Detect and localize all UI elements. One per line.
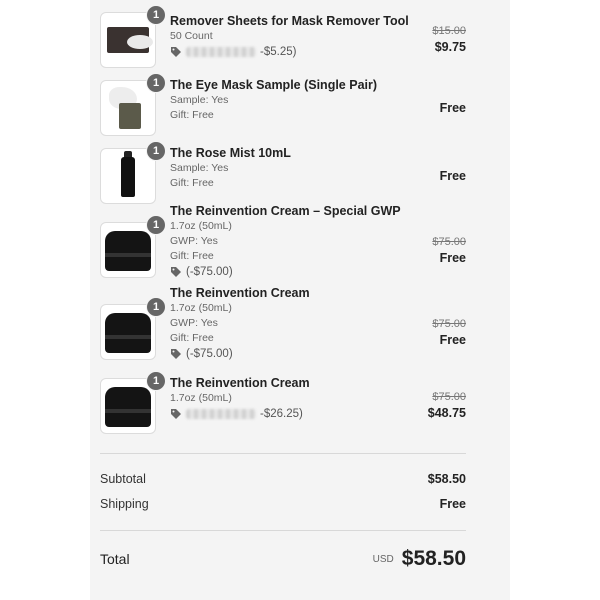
original-price: $15.00 — [432, 25, 466, 37]
discount-amount: -$26.25) — [260, 408, 303, 420]
line-item: 1 The Reinvention Cream 1.7oz (50mL) -$2… — [100, 371, 466, 436]
product-name: The Reinvention Cream — [170, 286, 310, 300]
subtotal-row: Subtotal $58.50 — [100, 472, 466, 486]
product-thumbnail: 1 — [100, 297, 166, 360]
redacted-discount-code — [186, 409, 256, 419]
product-option: GWP: Yes — [170, 235, 218, 247]
discount-amount: (-$75.00) — [186, 266, 233, 278]
discount-amount: -$5.25) — [260, 46, 297, 58]
line-item: 1 The Rose Mist 10mL Sample: Yes Gift: F… — [100, 141, 466, 204]
line-item: 1 The Eye Mask Sample (Single Pair) Samp… — [100, 73, 466, 136]
product-name: Remover Sheets for Mask Remover Tool — [170, 14, 409, 28]
product-option: GWP: Yes — [170, 317, 218, 329]
product-option: Sample: Yes — [170, 94, 229, 106]
shipping-value: Free — [439, 497, 466, 511]
product-thumbnail: 1 — [100, 73, 166, 136]
currency-code: USD — [372, 553, 394, 565]
tag-icon — [171, 47, 181, 57]
original-price: $75.00 — [432, 391, 466, 403]
discount-amount: (-$75.00) — [186, 348, 233, 360]
product-option: 1.7oz (50mL) — [170, 302, 232, 314]
product-option: Gift: Free — [170, 109, 214, 121]
line-item: 1 The Reinvention Cream 1.7oz (50mL) GWP… — [100, 286, 466, 366]
subtotal-value: $58.50 — [427, 472, 466, 486]
total-value: $58.50 — [401, 547, 466, 570]
line-price: Free — [439, 251, 466, 265]
line-price: $48.75 — [427, 406, 466, 420]
quantity-badge: 1 — [146, 141, 166, 161]
product-option: Gift: Free — [170, 332, 214, 344]
redacted-discount-code — [186, 47, 256, 57]
tag-icon — [171, 267, 181, 277]
product-option: Gift: Free — [170, 250, 214, 262]
divider — [100, 453, 466, 454]
tag-icon — [171, 349, 181, 359]
product-thumbnail: 1 — [100, 215, 166, 278]
line-price: Free — [439, 101, 466, 115]
line-item: 1 Remover Sheets for Mask Remover Tool 5… — [100, 5, 466, 68]
original-price: $75.00 — [432, 236, 466, 248]
subtotal-label: Subtotal — [100, 472, 146, 486]
product-option: Sample: Yes — [170, 162, 229, 174]
product-option: 1.7oz (50mL) — [170, 220, 232, 232]
product-option: 1.7oz (50mL) — [170, 392, 232, 404]
discount-line: -$5.25) — [170, 44, 400, 60]
line-price: Free — [439, 333, 466, 347]
product-name: The Rose Mist 10mL — [170, 146, 291, 160]
product-name: The Eye Mask Sample (Single Pair) — [170, 78, 378, 92]
product-thumbnail: 1 — [100, 141, 166, 204]
original-price: $75.00 — [432, 318, 466, 330]
quantity-badge: 1 — [146, 5, 166, 25]
product-thumbnail: 1 — [100, 371, 166, 434]
quantity-badge: 1 — [146, 73, 166, 93]
product-thumbnail: 1 — [100, 5, 166, 68]
shipping-label: Shipping — [100, 497, 149, 511]
product-option: 50 Count — [170, 30, 213, 42]
total-label: Total — [100, 551, 130, 567]
quantity-badge: 1 — [146, 215, 166, 235]
divider — [100, 530, 466, 531]
line-price: Free — [439, 169, 466, 183]
shipping-row: Shipping Free — [100, 497, 466, 511]
line-price: $9.75 — [434, 40, 466, 54]
product-name: The Reinvention Cream – Special GWP — [170, 204, 401, 218]
product-option: Gift: Free — [170, 177, 214, 189]
product-name: The Reinvention Cream — [170, 376, 310, 390]
line-item: 1 The Reinvention Cream – Special GWP 1.… — [100, 204, 466, 284]
total-row: Total USD $58.50 — [100, 547, 466, 571]
tag-icon — [171, 409, 181, 419]
discount-line: -$26.25) — [170, 406, 400, 422]
discount-line: (-$75.00) — [170, 346, 400, 362]
discount-line: (-$75.00) — [170, 264, 400, 280]
quantity-badge: 1 — [146, 297, 166, 317]
quantity-badge: 1 — [146, 371, 166, 391]
